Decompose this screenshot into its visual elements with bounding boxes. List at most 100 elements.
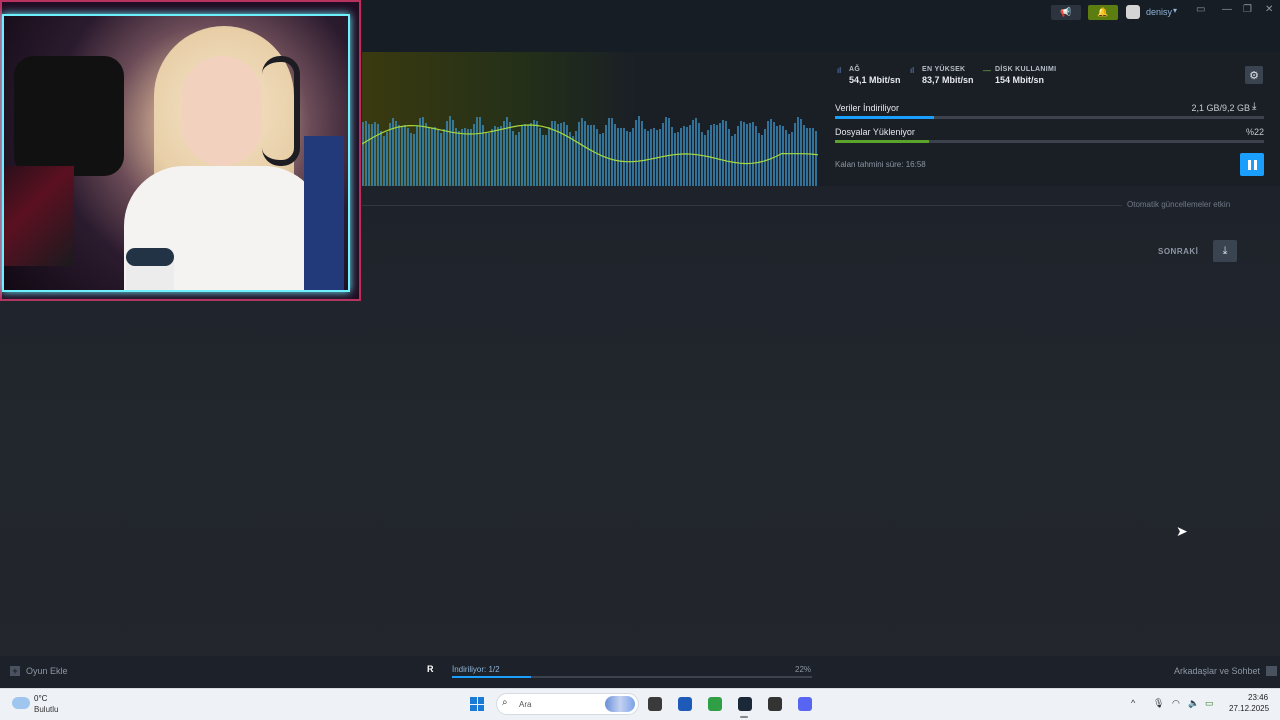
friends-chat-button[interactable]: Arkadaşlar ve Sohbet <box>1174 666 1278 676</box>
bar-chart-icon: ıl <box>837 66 841 75</box>
add-game-label: Oyun Ekle <box>26 666 68 676</box>
graph-bar <box>440 133 442 186</box>
clock-date[interactable]: 27.12.2025 <box>1229 704 1269 713</box>
graph-bar <box>431 128 433 186</box>
close-icon[interactable]: ✕ <box>1265 4 1273 15</box>
discord-icon[interactable] <box>798 697 812 711</box>
graph-bar <box>815 131 817 186</box>
pause-button[interactable] <box>1240 153 1264 176</box>
graph-bar <box>485 132 487 186</box>
microphone-icon[interactable]: 🎙 <box>1153 698 1164 709</box>
steam-bottom-bar <box>0 656 1280 688</box>
graph-bar <box>491 129 493 186</box>
webcam-mug-lid <box>126 248 174 266</box>
gear-icon[interactable]: ⚙ <box>1245 66 1263 84</box>
avatar[interactable] <box>1126 5 1140 19</box>
search-icon: ⌕ <box>502 697 508 708</box>
graph-bar <box>371 124 373 186</box>
bottom-progress-fill <box>452 676 532 678</box>
clock-time[interactable]: 23:46 <box>1248 693 1268 702</box>
graph-bar <box>611 118 613 186</box>
download-icon: ⤓ <box>1252 101 1257 112</box>
wifi-icon[interactable]: ◠ <box>1172 698 1180 709</box>
graph-bar <box>755 126 757 186</box>
graph-bar <box>515 135 517 186</box>
graph-bar <box>416 126 418 186</box>
graph-bar <box>674 133 676 186</box>
graph-bar <box>551 121 553 186</box>
graph-bar <box>725 121 727 186</box>
graph-bar <box>632 128 634 186</box>
graph-bar <box>767 121 769 186</box>
chevron-down-icon[interactable]: ▾ <box>1173 6 1177 15</box>
graph-bar <box>386 132 388 186</box>
graph-bar <box>548 127 550 186</box>
downloading-data-label: Veriler İndiriliyor <box>835 103 900 113</box>
graph-bar <box>638 116 640 186</box>
graph-bar <box>503 121 505 186</box>
graph-bar <box>728 129 730 186</box>
username-label[interactable]: denisy <box>1146 7 1172 17</box>
graph-bar <box>602 133 604 186</box>
download-status[interactable]: İndiriliyor: 1/2 <box>452 665 500 674</box>
stat-network: ıl AĞ 54,1 Mbit/sn <box>837 66 901 85</box>
minimize-icon[interactable]: — <box>1222 4 1232 15</box>
next-section-label: SONRAKİ <box>1158 247 1199 256</box>
store-icon[interactable] <box>678 697 692 711</box>
graph-bar <box>614 124 616 186</box>
install-percent: %22 <box>1245 127 1264 137</box>
chrome-icon[interactable] <box>708 697 722 711</box>
file-explorer-icon[interactable] <box>648 697 662 711</box>
add-game-button[interactable]: + Oyun Ekle <box>10 666 68 676</box>
graph-bar <box>488 133 490 186</box>
auto-updates-label: Otomatik güncellemeler etkin <box>1127 200 1231 209</box>
webcam-background-shape <box>14 56 124 176</box>
download-progress-fill <box>835 116 934 119</box>
graph-bar <box>575 131 577 186</box>
graph-bar <box>479 117 481 186</box>
graph-bar <box>647 131 649 186</box>
graph-bar <box>413 134 415 186</box>
graph-bar <box>512 131 514 186</box>
maximize-icon[interactable]: ❐ <box>1243 4 1252 15</box>
graph-bar <box>782 126 784 186</box>
download-icon[interactable]: ⤓ <box>1213 240 1237 262</box>
downloaded-size: 2,1 GB/9,2 GB <box>1191 103 1250 113</box>
graph-bar <box>410 133 412 186</box>
big-picture-icon[interactable]: ▭ <box>1196 4 1205 15</box>
bottom-progress-bar <box>452 676 812 678</box>
graph-bar <box>701 132 703 186</box>
start-button[interactable] <box>470 697 484 711</box>
volume-icon[interactable]: 🔈 <box>1188 698 1199 709</box>
cloud-icon[interactable] <box>12 697 30 709</box>
graph-bar <box>509 122 511 186</box>
graph-bar <box>800 119 802 186</box>
install-progress-fill <box>835 140 930 143</box>
webcam-headset <box>262 56 300 166</box>
graph-bar <box>437 130 439 186</box>
graph-bar <box>533 120 535 186</box>
graph-bar <box>617 128 619 186</box>
weather-temperature[interactable]: 0°C <box>34 694 47 703</box>
graph-bar <box>494 126 496 186</box>
bell-icon[interactable]: 🔔 <box>1088 5 1118 20</box>
graph-bar <box>581 118 583 186</box>
megaphone-icon[interactable]: 📢 <box>1051 5 1081 20</box>
graph-bar <box>716 125 718 186</box>
stat-disk: — DİSK KULLANIMI 154 Mbit/sn <box>983 66 1056 85</box>
app-icon[interactable] <box>768 697 782 711</box>
steam-icon[interactable] <box>738 697 752 711</box>
game-logo-icon: R <box>427 664 434 674</box>
graph-bar <box>803 125 805 186</box>
graph-bar <box>383 136 385 186</box>
search-highlight-icon <box>605 696 635 712</box>
graph-bar <box>695 118 697 186</box>
webcam-feed <box>2 14 350 292</box>
graph-bar <box>740 121 742 186</box>
line-icon: — <box>983 66 991 75</box>
battery-icon[interactable]: ▭ <box>1205 698 1214 709</box>
graph-bar <box>599 134 601 186</box>
chat-icon <box>1266 666 1278 676</box>
chevron-up-icon[interactable]: ^ <box>1131 698 1135 708</box>
weather-condition[interactable]: Bulutlu <box>34 705 58 714</box>
